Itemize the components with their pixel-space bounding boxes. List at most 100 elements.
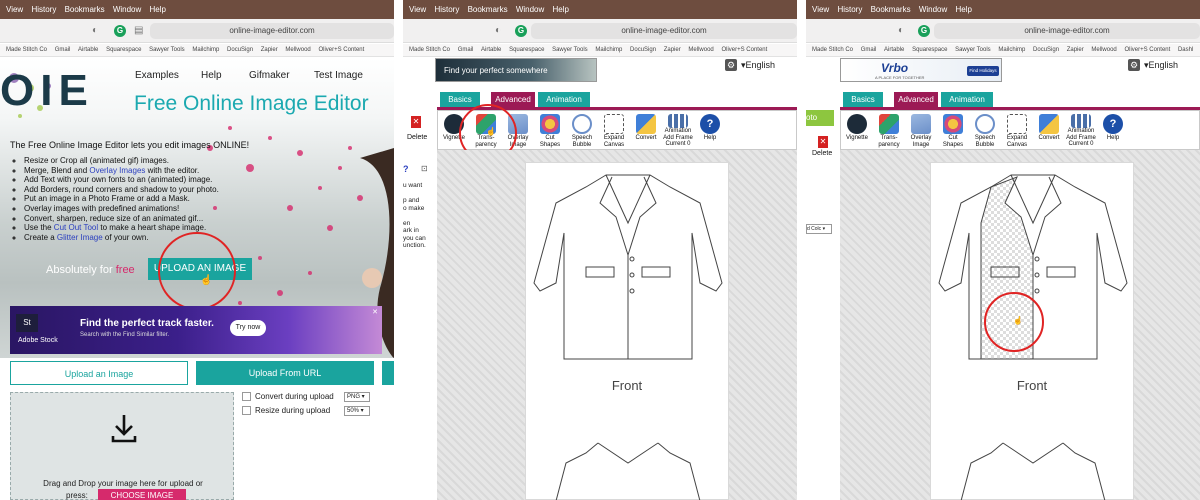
bookmark[interactable]: Mailchimp bbox=[192, 47, 219, 53]
glitter-image-link[interactable]: Glitter Image bbox=[57, 233, 103, 242]
menu-help[interactable]: Help bbox=[553, 5, 569, 14]
nav-gifmaker[interactable]: Gifmaker bbox=[249, 70, 290, 81]
bookmark[interactable]: Gmail bbox=[55, 47, 71, 53]
bookmark[interactable]: Sawyer Tools bbox=[149, 47, 185, 53]
tool-convert[interactable]: Convert bbox=[632, 113, 660, 149]
bookmark[interactable]: Airtable bbox=[481, 47, 501, 53]
language-select[interactable]: ▾English bbox=[1144, 60, 1178, 71]
reader-icon[interactable]: ▤ bbox=[134, 25, 143, 36]
overlay-images-link[interactable]: Overlay Images bbox=[89, 166, 145, 175]
bookmark[interactable]: Sawyer Tools bbox=[552, 47, 588, 53]
checkbox-box[interactable] bbox=[242, 406, 251, 416]
menu-view[interactable]: View bbox=[812, 5, 829, 14]
bookmark[interactable]: Dashl bbox=[1178, 47, 1193, 53]
tool-cut-shapes[interactable]: Cut Shapes bbox=[536, 113, 564, 149]
format-select[interactable]: PNG ▾ bbox=[344, 392, 370, 402]
tab-upload-image[interactable]: Upload an Image bbox=[10, 361, 188, 385]
bookmark[interactable]: Airtable bbox=[884, 47, 904, 53]
bookmark[interactable]: Made Stitch Co bbox=[409, 47, 450, 53]
ad-close-icon[interactable]: ✕ bbox=[372, 308, 378, 316]
bookmark[interactable]: Mellwood bbox=[285, 47, 310, 53]
delete-icon[interactable]: ✕ bbox=[818, 136, 828, 148]
adobe-stock-ad[interactable]: St Adobe Stock Find the perfect track fa… bbox=[10, 306, 382, 354]
bookmark[interactable]: Zapier bbox=[261, 47, 278, 53]
tool-overlay-image[interactable]: Overlay Image bbox=[907, 113, 935, 149]
tab-basics[interactable]: Basics bbox=[843, 92, 883, 108]
delete-icon[interactable]: ✕ bbox=[411, 116, 421, 128]
tool-speech-bubble[interactable]: Speech Bubble bbox=[568, 113, 596, 149]
info-icon[interactable]: ⊡ bbox=[421, 164, 428, 173]
menu-bookmarks[interactable]: Bookmarks bbox=[468, 5, 508, 14]
grammarly-icon[interactable]: G bbox=[114, 25, 126, 37]
delete-label[interactable]: Delete bbox=[812, 150, 832, 157]
address-bar[interactable]: online-image-editor.com bbox=[531, 23, 797, 39]
bookmark[interactable]: Oliver+S Content bbox=[318, 47, 364, 53]
menu-bookmarks[interactable]: Bookmarks bbox=[871, 5, 911, 14]
bookmark[interactable]: Mellwood bbox=[1091, 47, 1116, 53]
tab-animation[interactable]: Animation bbox=[538, 92, 590, 108]
address-bar[interactable]: online-image-editor.com bbox=[934, 23, 1200, 39]
menu-history[interactable]: History bbox=[31, 5, 56, 14]
shield-icon[interactable]: ◐ bbox=[898, 25, 904, 36]
menu-help[interactable]: Help bbox=[956, 5, 972, 14]
color-select[interactable]: d Colc ▾ bbox=[806, 224, 832, 234]
bookmark[interactable]: Gmail bbox=[861, 47, 877, 53]
resize-checkbox[interactable]: Resize during upload bbox=[242, 406, 330, 416]
menu-view[interactable]: View bbox=[409, 5, 426, 14]
nav-examples[interactable]: Examples bbox=[135, 70, 179, 81]
menu-bookmarks[interactable]: Bookmarks bbox=[65, 5, 105, 14]
grammarly-icon[interactable]: G bbox=[918, 25, 930, 37]
bookmark[interactable]: Made Stitch Co bbox=[6, 47, 47, 53]
vrbo-cta[interactable]: Find Holidays bbox=[967, 66, 999, 76]
tool-convert[interactable]: Convert bbox=[1035, 113, 1063, 149]
tool-expand-canvas[interactable]: Expand Canvas bbox=[600, 113, 628, 149]
bookmark[interactable]: Squarespace bbox=[912, 47, 947, 53]
vrbo-ad[interactable]: Vrbo A PLACE FOR TOGETHER Find Holidays bbox=[840, 58, 1002, 82]
tab-upload-from-url[interactable]: Upload From URL bbox=[196, 361, 374, 385]
bookmark[interactable]: Mellwood bbox=[688, 47, 713, 53]
bookmark[interactable]: Squarespace bbox=[106, 47, 141, 53]
delete-label[interactable]: Delete bbox=[407, 134, 427, 141]
menu-window[interactable]: Window bbox=[919, 5, 947, 14]
tool-transparency[interactable]: Trans- parency bbox=[875, 113, 903, 149]
bookmark[interactable]: Oliver+S Content bbox=[1124, 47, 1170, 53]
address-bar[interactable]: online-image-editor.com bbox=[150, 23, 394, 39]
tool-help[interactable]: ? Help bbox=[1099, 113, 1127, 149]
menu-window[interactable]: Window bbox=[113, 5, 141, 14]
menu-view[interactable]: View bbox=[6, 5, 23, 14]
tool-cut-shapes[interactable]: Cut Shapes bbox=[939, 113, 967, 149]
tool-expand-canvas[interactable]: Expand Canvas bbox=[1003, 113, 1031, 149]
menu-help[interactable]: Help bbox=[150, 5, 166, 14]
tool-vignette[interactable]: Vignette bbox=[843, 113, 871, 149]
shield-icon[interactable]: ◐ bbox=[495, 25, 501, 36]
nav-help[interactable]: Help bbox=[201, 70, 222, 81]
menu-history[interactable]: History bbox=[434, 5, 459, 14]
bookmark[interactable]: Sawyer Tools bbox=[955, 47, 991, 53]
nav-test-image[interactable]: Test Image bbox=[314, 70, 363, 81]
photo-tab[interactable]: oto bbox=[806, 110, 834, 126]
tool-help[interactable]: ? Help bbox=[696, 113, 724, 149]
ad-try-now-button[interactable]: Try now bbox=[230, 320, 266, 336]
resize-select[interactable]: 50% ▾ bbox=[344, 406, 370, 416]
bookmark[interactable]: Made Stitch Co bbox=[812, 47, 853, 53]
bookmark[interactable]: Zapier bbox=[1067, 47, 1084, 53]
tool-speech-bubble[interactable]: Speech Bubble bbox=[971, 113, 999, 149]
menu-window[interactable]: Window bbox=[516, 5, 544, 14]
bookmark[interactable]: Mailchimp bbox=[998, 47, 1025, 53]
cut-out-tool-link[interactable]: Cut Out Tool bbox=[54, 223, 98, 232]
bookmark[interactable]: Oliver+S Content bbox=[721, 47, 767, 53]
bookmark[interactable]: DocuSign bbox=[227, 47, 253, 53]
drop-zone[interactable]: Drag and Drop your image here for upload… bbox=[10, 392, 234, 500]
bookmark[interactable]: DocuSign bbox=[1033, 47, 1059, 53]
tab-advanced[interactable]: Advanced bbox=[894, 92, 938, 108]
shield-icon[interactable]: ◐ bbox=[92, 25, 98, 36]
help-icon[interactable]: ? bbox=[403, 164, 409, 174]
choose-image-button[interactable]: CHOOSE IMAGE bbox=[98, 489, 186, 500]
convert-checkbox[interactable]: Convert during upload bbox=[242, 392, 334, 402]
bookmark[interactable]: Squarespace bbox=[509, 47, 544, 53]
bookmark[interactable]: Airtable bbox=[78, 47, 98, 53]
settings-icon[interactable]: ⚙ bbox=[725, 59, 737, 71]
tool-animation[interactable]: Animation Add Frame Current 0 bbox=[663, 113, 693, 149]
banner-ad[interactable]: Find your perfect somewhere bbox=[435, 58, 597, 82]
settings-icon[interactable]: ⚙ bbox=[1128, 59, 1140, 71]
